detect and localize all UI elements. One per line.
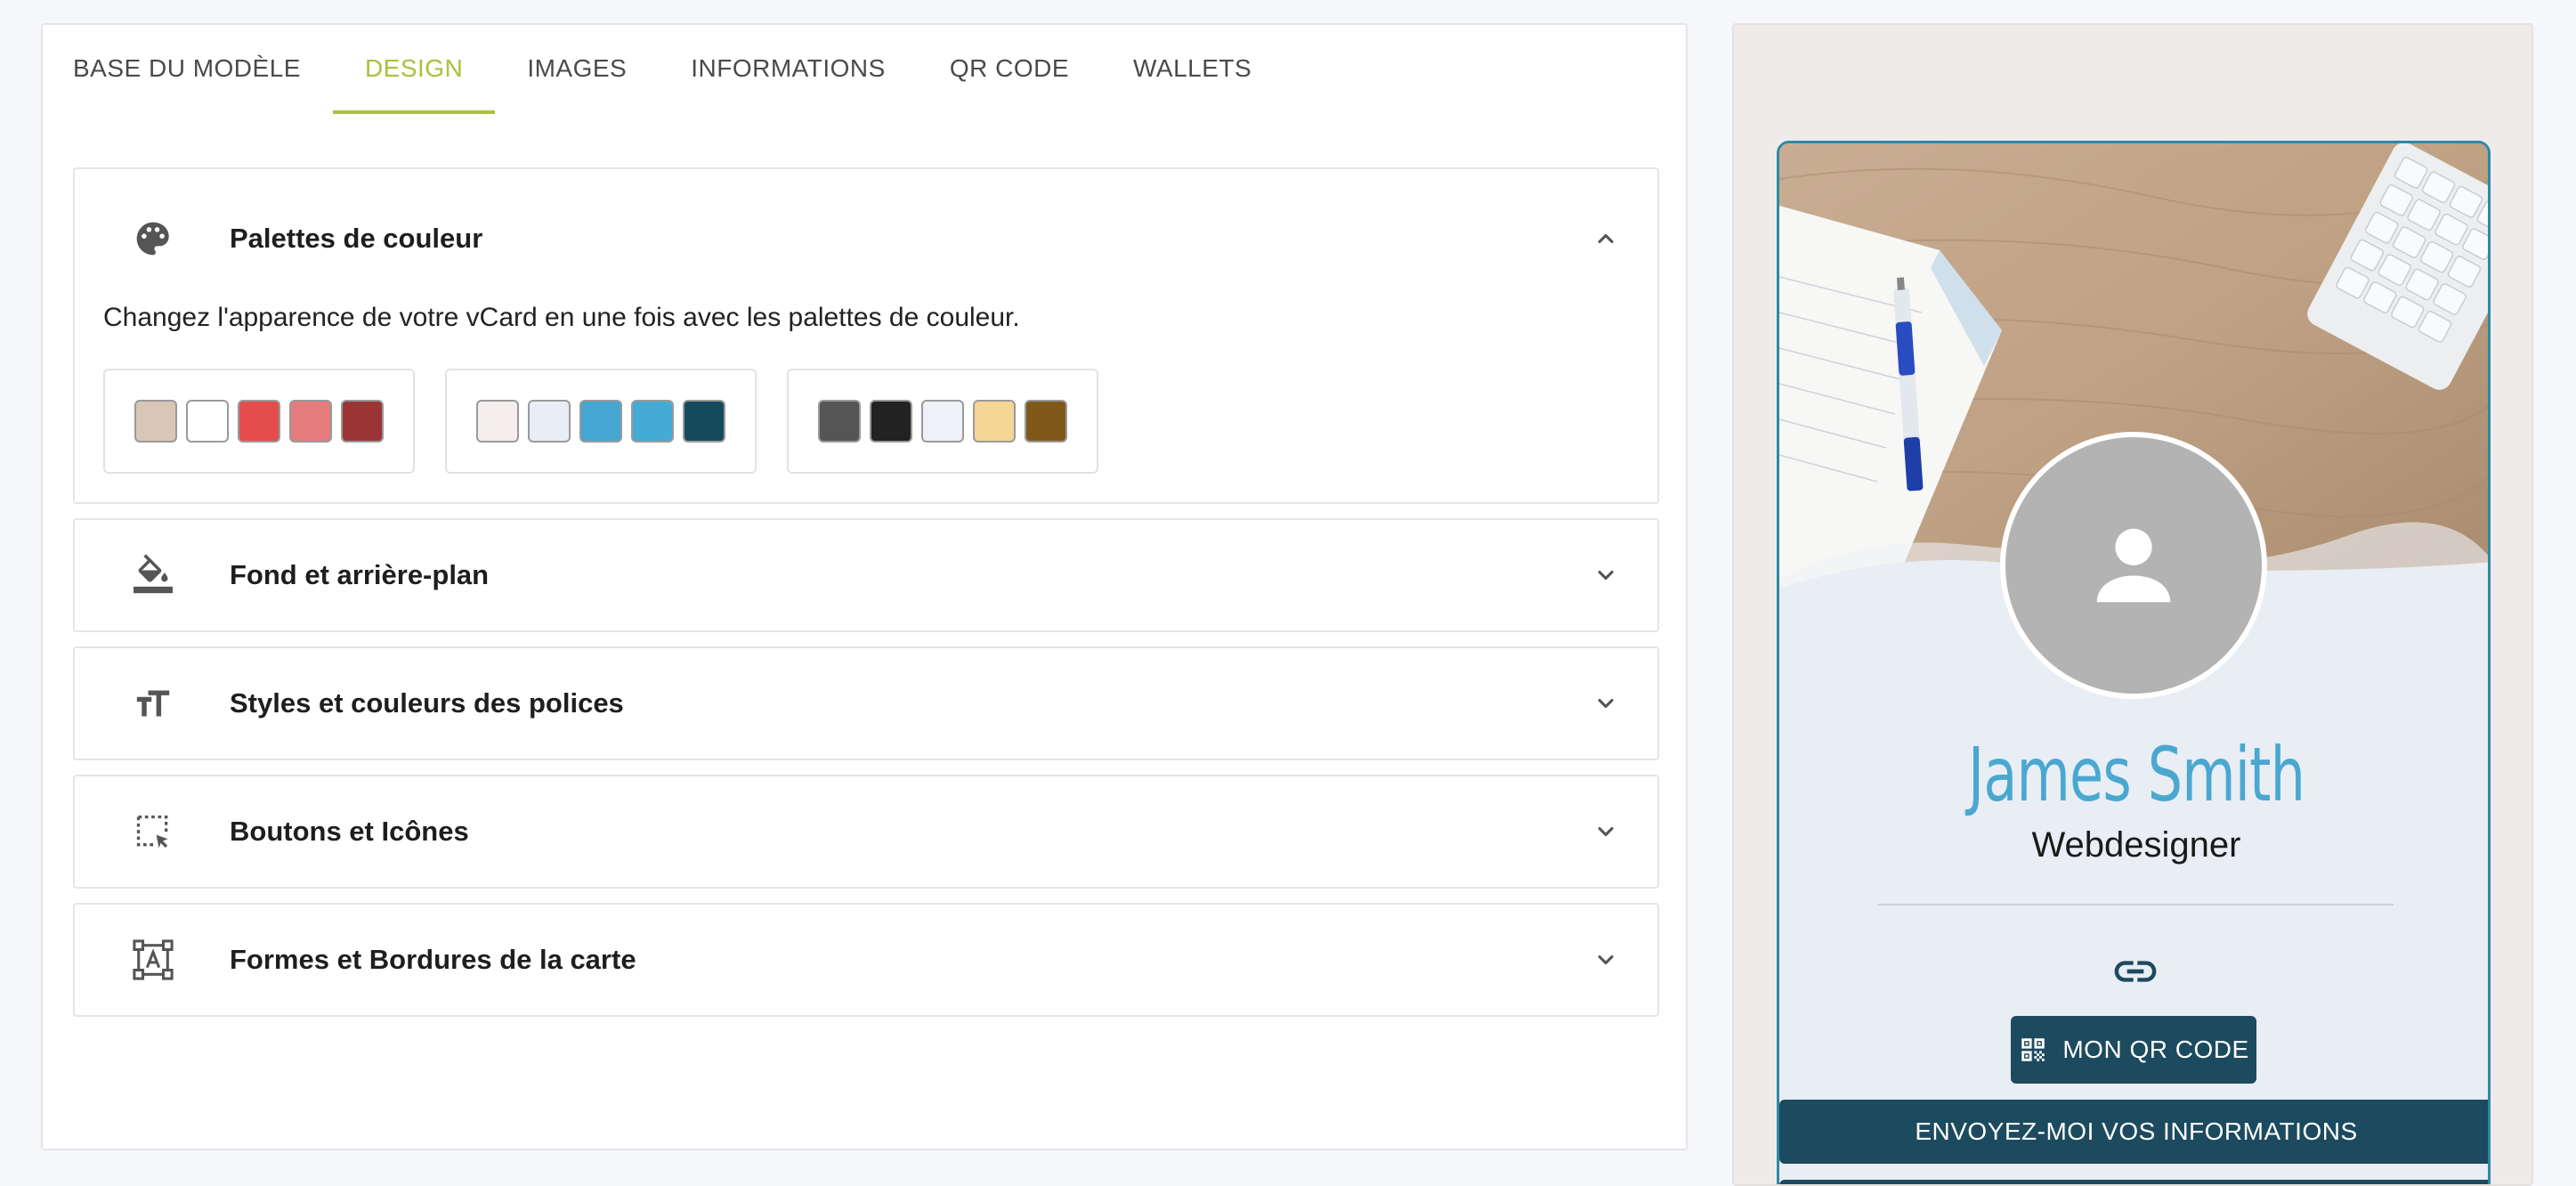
chevron-down-icon[interactable] bbox=[1592, 561, 1620, 589]
section-boutons-header[interactable]: Boutons et Icônes bbox=[75, 776, 1657, 887]
tab-qr-code[interactable]: QR CODE bbox=[918, 25, 1101, 112]
color-swatch bbox=[870, 400, 912, 443]
avatar bbox=[2000, 432, 2267, 699]
section-boutons: Boutons et Icônes bbox=[73, 775, 1659, 889]
send-info-button[interactable]: ENVOYEZ-MOI VOS INFORMATIONS bbox=[1779, 1100, 2488, 1164]
color-swatch bbox=[683, 400, 725, 443]
vcard-preview-panel: James Smith Webdesigner MON QR CODE ENVO… bbox=[1732, 23, 2533, 1186]
tab-bar: BASE DU MODÈLE DESIGN IMAGES INFORMATION… bbox=[73, 25, 1284, 114]
color-swatch bbox=[973, 400, 1016, 443]
text-size-icon bbox=[132, 682, 174, 725]
vcard-preview: James Smith Webdesigner MON QR CODE ENVO… bbox=[1777, 141, 2491, 1184]
design-editor-panel: BASE DU MODÈLE DESIGN IMAGES INFORMATION… bbox=[41, 23, 1688, 1150]
card-name: James Smith bbox=[1967, 731, 2305, 818]
section-formes-header[interactable]: Formes et Bordures de la carte bbox=[75, 905, 1657, 1015]
section-palettes-header[interactable]: Palettes de couleur bbox=[75, 169, 1657, 308]
send-button-label: ENVOYEZ-MOI VOS INFORMATIONS bbox=[1915, 1117, 2358, 1145]
color-swatch bbox=[921, 400, 964, 443]
color-swatch bbox=[341, 400, 384, 443]
section-formes: Formes et Bordures de la carte bbox=[73, 903, 1659, 1017]
section-title: Styles et couleurs des polices bbox=[230, 687, 624, 719]
qr-code-icon bbox=[2021, 1038, 2045, 1061]
chevron-down-icon[interactable] bbox=[1592, 817, 1620, 846]
section-title: Formes et Bordures de la carte bbox=[230, 944, 636, 975]
section-palettes-body: Changez l'apparence de votre vCard en un… bbox=[75, 303, 1657, 502]
section-title: Boutons et Icônes bbox=[230, 816, 469, 847]
next-button-partial[interactable] bbox=[1779, 1180, 2488, 1184]
color-swatch bbox=[186, 400, 229, 443]
color-swatch bbox=[289, 400, 332, 443]
design-sections: Palettes de couleur Changez l'apparence … bbox=[73, 167, 1659, 1031]
palette-option-3[interactable] bbox=[787, 369, 1098, 474]
qr-code-button[interactable]: MON QR CODE bbox=[2011, 1016, 2256, 1084]
color-swatch bbox=[528, 400, 571, 443]
palette-option-1[interactable] bbox=[103, 369, 415, 474]
tab-base-modele[interactable]: BASE DU MODÈLE bbox=[73, 25, 333, 112]
section-fond: Fond et arrière-plan bbox=[73, 518, 1659, 632]
palette-option-2[interactable] bbox=[445, 369, 757, 474]
color-swatch bbox=[631, 400, 674, 443]
chevron-down-icon[interactable] bbox=[1592, 946, 1620, 974]
color-swatch bbox=[579, 400, 622, 443]
tab-images[interactable]: IMAGES bbox=[495, 25, 659, 112]
color-swatch bbox=[476, 400, 519, 443]
tab-design[interactable]: DESIGN bbox=[332, 25, 496, 114]
color-swatch bbox=[134, 400, 177, 443]
color-swatch bbox=[238, 400, 280, 443]
section-fond-header[interactable]: Fond et arrière-plan bbox=[75, 520, 1657, 630]
color-swatch bbox=[1025, 400, 1067, 443]
qr-button-label: MON QR CODE bbox=[2062, 1036, 2249, 1063]
chevron-up-icon[interactable] bbox=[1592, 224, 1620, 253]
section-title: Fond et arrière-plan bbox=[230, 559, 490, 590]
section-palettes: Palettes de couleur Changez l'apparence … bbox=[73, 167, 1659, 504]
card-job-title: Webdesigner bbox=[2031, 825, 2241, 865]
select-click-icon bbox=[132, 810, 174, 853]
tab-informations[interactable]: INFORMATIONS bbox=[659, 25, 918, 112]
chevron-down-icon[interactable] bbox=[1592, 689, 1620, 718]
tab-wallets[interactable]: WALLETS bbox=[1101, 25, 1284, 112]
palette-icon bbox=[132, 217, 174, 260]
card-divider bbox=[1877, 904, 2394, 906]
section-title: Palettes de couleur bbox=[230, 223, 483, 254]
palette-list bbox=[103, 369, 1629, 474]
color-swatch bbox=[818, 400, 861, 443]
section-polices-header[interactable]: Styles et couleurs des polices bbox=[75, 648, 1657, 759]
paint-bucket-icon bbox=[132, 554, 174, 597]
section-polices: Styles et couleurs des polices bbox=[73, 646, 1659, 760]
user-icon bbox=[2096, 528, 2171, 603]
shape-text-icon bbox=[132, 938, 174, 981]
link-icon[interactable] bbox=[2110, 946, 2160, 996]
